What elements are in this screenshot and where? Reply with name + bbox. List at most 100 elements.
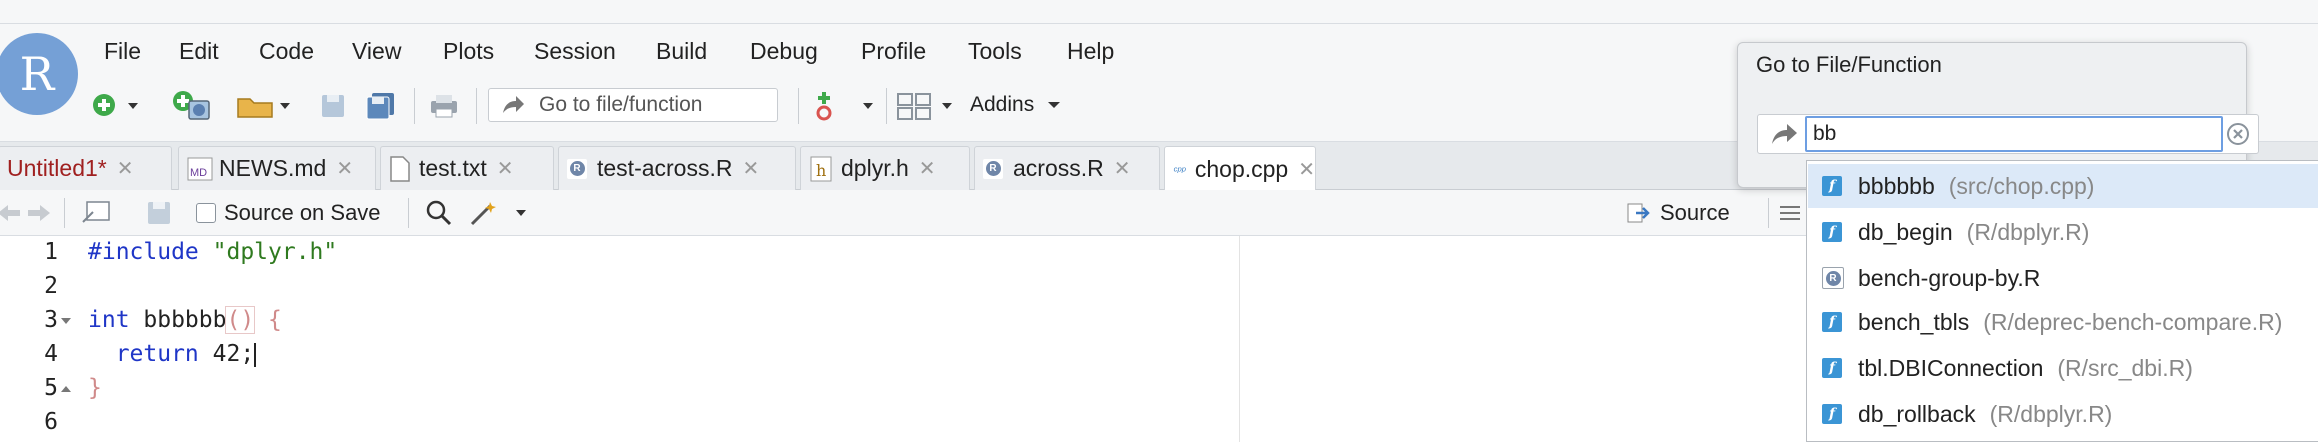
result-path: (R/dbplyr.R) [1989,400,2113,427]
menu-edit[interactable]: Edit [179,36,219,66]
goto-file-function-input[interactable]: Go to file/function [488,88,778,122]
line-number: 4 [44,341,58,367]
tab-label: chop.cpp [1194,155,1289,182]
tab-news-md[interactable]: MD NEWS.md ✕ [178,146,376,190]
result-item[interactable]: f tbl.DBIConnection (R/src_dbi.R) [1808,346,2318,390]
function-icon: f [1822,222,1842,242]
dialog-title: Go to File/Function [1756,52,1942,77]
new-file-icon[interactable] [88,86,144,126]
result-name: db_rollback [1858,400,1976,427]
result-item[interactable]: R bench-group-by.R [1808,256,2318,300]
tab-across-r[interactable]: R across.R ✕ [974,146,1160,190]
code-line-3[interactable]: int bbbbbb() { [88,306,282,334]
line-number: 2 [44,273,58,299]
result-item[interactable]: f db_rollback (R/dbplyr.R) [1808,392,2318,436]
function-icon: f [1822,358,1842,378]
window-top-strip [0,0,2318,24]
result-item[interactable]: f db_begin (R/dbplyr.R) [1808,210,2318,254]
close-icon[interactable]: ✕ [497,156,514,181]
source-arrow-icon [1627,203,1650,223]
close-icon[interactable]: ✕ [336,156,353,181]
checkbox-box[interactable] [196,203,216,223]
r-badge: R [1825,270,1841,286]
goto-arrow-icon [503,96,524,113]
tab-label: NEWS.md [219,155,327,181]
magic-wand-icon[interactable] [468,196,532,230]
goto-placeholder: Go to file/function [539,93,703,116]
menu-code[interactable]: Code [259,36,314,66]
result-name: bench_tbls [1858,308,1970,335]
line-number: 1 [44,239,58,265]
menu-session[interactable]: Session [534,36,616,66]
menu-help[interactable]: Help [1067,36,1114,66]
save-all-icon[interactable] [364,86,398,126]
menu-profile[interactable]: Profile [861,36,926,66]
tab-test-across-r[interactable]: R test-across.R ✕ [558,146,796,190]
close-icon[interactable]: ✕ [117,156,134,181]
git-icon[interactable] [812,86,876,126]
toolbar-separator [886,88,887,124]
close-icon[interactable]: ✕ [1114,156,1131,181]
fold-up-icon[interactable] [60,384,72,394]
close-icon[interactable]: ✕ [919,156,936,181]
result-path: (src/chop.cpp) [1948,172,2095,199]
tab-dplyr-h[interactable]: h dplyr.h ✕ [800,146,970,190]
print-icon[interactable] [426,86,462,126]
open-folder-icon[interactable] [234,86,294,126]
tab-untitled1[interactable]: Untitled1* ✕ [0,146,172,190]
addins-label: Addins [970,93,1035,116]
r-badge: R [569,161,585,176]
menu-plots[interactable]: Plots [443,36,494,66]
code-line-1[interactable]: #include "dplyr.h" [88,239,337,265]
dialog-search-input[interactable] [1805,116,2223,152]
chevron-down-icon [1048,102,1061,108]
toolbar-separator [1768,198,1769,228]
show-in-window-icon[interactable] [76,196,116,230]
save-icon[interactable] [318,86,348,126]
tab-test-txt[interactable]: test.txt ✕ [380,146,554,190]
new-project-icon[interactable] [170,86,214,126]
menu-view[interactable]: View [352,36,401,66]
toolbar-separator [64,198,65,228]
menu-file[interactable]: File [104,36,141,66]
r-file-icon: R [567,158,587,179]
tab-label: test.txt [419,155,487,181]
source-button[interactable]: Source [1626,198,1730,228]
source-on-save-checkbox[interactable]: Source on Save [196,198,381,228]
tab-label: Untitled1* [7,155,107,181]
r-badge: R [985,161,1001,176]
line-number: 6 [44,409,58,435]
result-item[interactable]: f bench_tbls (R/deprec-bench-compare.R) [1808,300,2318,344]
clear-search-icon[interactable] [2226,122,2250,146]
close-icon[interactable]: ✕ [1298,157,1315,182]
result-name: bench-group-by.R [1858,264,2041,291]
close-icon[interactable]: ✕ [742,156,759,181]
code-line-5[interactable]: } [88,375,102,401]
outline-icon[interactable] [1776,196,1806,230]
code-line-4[interactable]: return 42; [88,341,257,367]
code-token: bbbbbb [129,307,227,333]
grid-layout-icon[interactable] [896,86,956,126]
function-icon: f [1822,176,1842,196]
md-file-icon: MD [187,157,213,180]
save-icon[interactable] [144,196,174,230]
code-token: return [88,341,199,367]
fold-down-icon[interactable] [60,316,72,326]
goto-arrow-icon [1772,124,1797,144]
function-icon: f [1822,404,1842,424]
menu-tools[interactable]: Tools [968,36,1022,66]
menu-build[interactable]: Build [656,36,707,66]
code-token: "dplyr.h" [198,239,338,265]
menu-debug[interactable]: Debug [750,36,818,66]
margin-line [1239,236,1240,442]
result-item[interactable]: f bbbbbb (src/chop.cpp) [1808,164,2318,208]
tab-chop-cpp[interactable]: cpp chop.cpp ✕ [1164,146,1316,191]
addins-menu[interactable]: Addins [970,88,1064,122]
result-path: (R/src_dbi.R) [2057,354,2193,381]
back-forward-icon[interactable] [0,196,54,230]
code-token: { [254,307,282,333]
toolbar-separator [476,88,477,124]
search-icon[interactable] [422,196,456,230]
result-name: tbl.DBIConnection [1858,354,2044,381]
toolbar-separator [798,88,799,124]
